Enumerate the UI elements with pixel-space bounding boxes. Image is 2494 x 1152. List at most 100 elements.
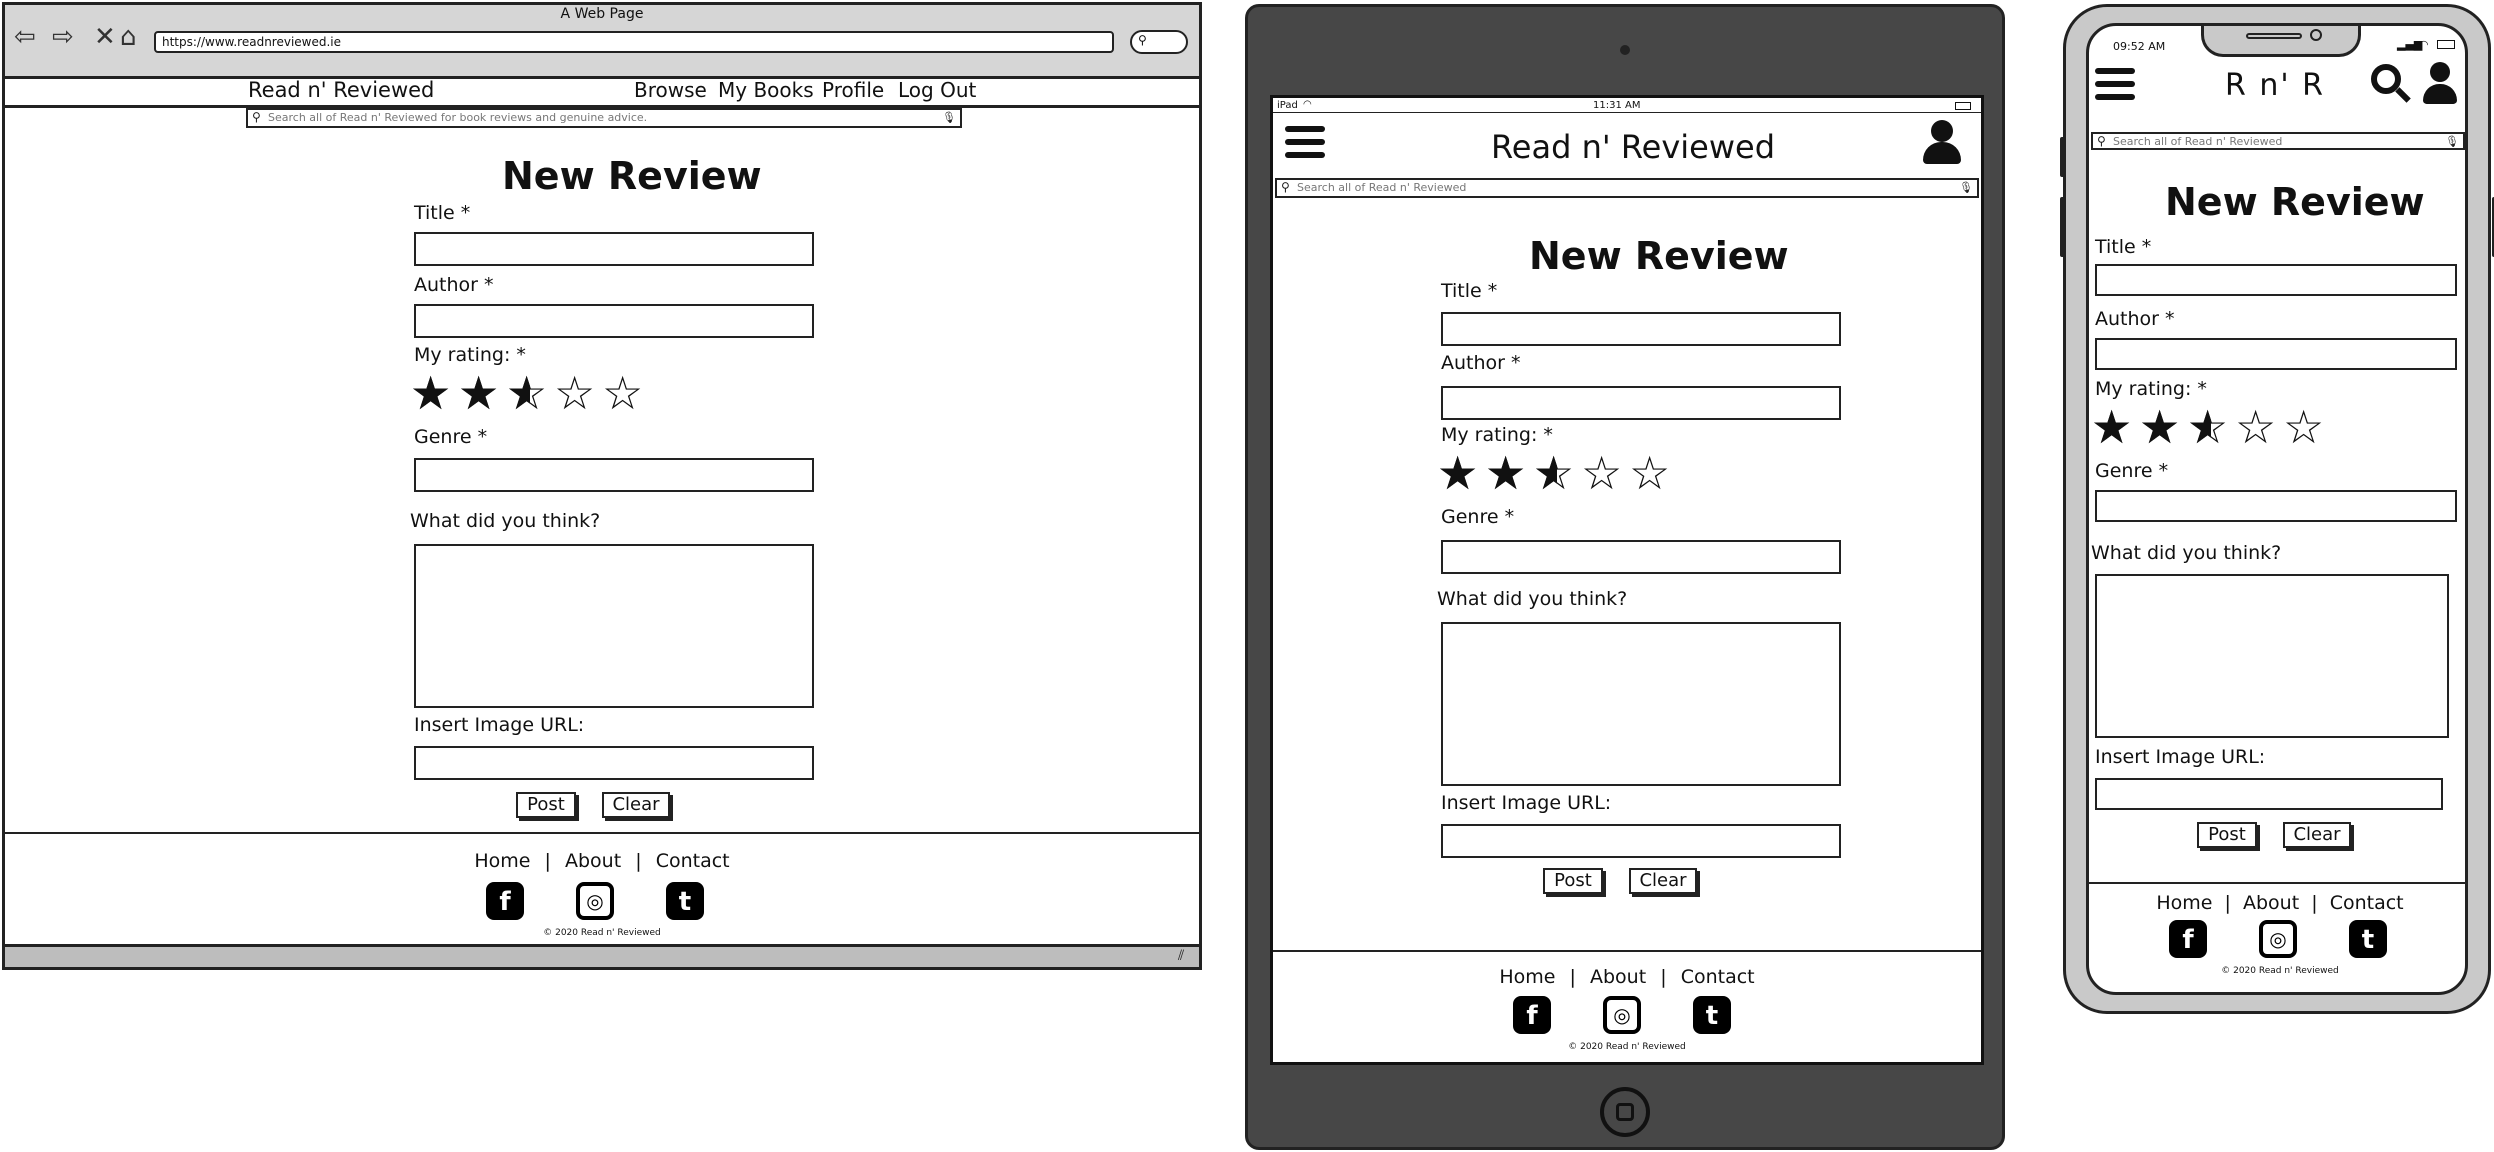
footer-contact-link[interactable]: Contact bbox=[2330, 892, 2404, 914]
title-input[interactable] bbox=[414, 232, 814, 266]
thoughts-textarea[interactable] bbox=[414, 544, 814, 708]
profile-icon[interactable] bbox=[2421, 62, 2459, 106]
star-filled-icon[interactable]: ☆ ★ bbox=[2139, 404, 2187, 450]
address-bar[interactable]: https://www.readnreviewed.ie bbox=[154, 31, 1114, 53]
twitter-icon[interactable]: t bbox=[1693, 996, 1731, 1034]
footer-about-link[interactable]: About bbox=[2243, 892, 2299, 914]
post-button[interactable]: Post bbox=[516, 792, 576, 818]
site-search-input[interactable]: ⚲ Search all of Read n' Reviewed for boo… bbox=[246, 108, 962, 128]
back-icon[interactable]: ⇦ bbox=[14, 22, 36, 52]
nav-profile[interactable]: Profile bbox=[822, 78, 884, 102]
search-icon: ⚲ bbox=[2097, 134, 2106, 148]
footer-separator: | bbox=[635, 850, 642, 872]
footer-home-link[interactable]: Home bbox=[474, 850, 530, 872]
microphone-icon[interactable]: 🎙 bbox=[1959, 180, 1973, 195]
footer-links: Home | About | Contact bbox=[2, 850, 1202, 872]
twitter-icon[interactable]: t bbox=[666, 882, 704, 920]
image-url-input[interactable] bbox=[414, 746, 814, 780]
author-input[interactable] bbox=[1441, 386, 1841, 420]
home-button[interactable] bbox=[1600, 1087, 1650, 1137]
microphone-icon[interactable]: 🎙 bbox=[2445, 134, 2459, 149]
star-filled-icon[interactable]: ☆ ★ bbox=[458, 370, 506, 416]
star-rating[interactable]: ☆★☆★☆★☆☆ bbox=[1437, 450, 1677, 496]
image-url-input[interactable] bbox=[2095, 778, 2443, 810]
browser-status-bar bbox=[2, 944, 1202, 970]
footer-home-link[interactable]: Home bbox=[1499, 966, 1555, 988]
footer-about-link[interactable]: About bbox=[565, 850, 621, 872]
form-heading: New Review bbox=[2165, 180, 2425, 224]
thoughts-textarea[interactable] bbox=[2095, 574, 2449, 738]
star-empty-icon[interactable]: ☆ bbox=[2235, 404, 2283, 450]
thoughts-textarea[interactable] bbox=[1441, 622, 1841, 786]
facebook-icon[interactable]: f bbox=[1513, 996, 1551, 1034]
home-icon[interactable]: ⌂ bbox=[120, 22, 137, 52]
star-filled-icon[interactable]: ☆ ★ bbox=[1437, 450, 1485, 496]
clear-button[interactable]: Clear bbox=[1629, 868, 1697, 894]
footer-about-link[interactable]: About bbox=[1590, 966, 1646, 988]
footer-separator: | bbox=[1660, 966, 1667, 988]
instagram-icon[interactable]: ◎ bbox=[2259, 920, 2297, 958]
author-input[interactable] bbox=[414, 304, 814, 338]
site-brand[interactable]: R n' R bbox=[2225, 68, 2325, 103]
thoughts-label: What did you think? bbox=[410, 510, 601, 532]
site-brand[interactable]: Read n' Reviewed bbox=[1491, 128, 1775, 166]
microphone-icon[interactable]: 🎙 bbox=[942, 110, 956, 125]
close-icon[interactable]: ✕ bbox=[94, 22, 116, 52]
title-label: Title * bbox=[414, 202, 471, 224]
site-brand[interactable]: Read n' Reviewed bbox=[248, 78, 434, 102]
thoughts-label: What did you think? bbox=[2091, 542, 2282, 564]
site-search-input[interactable]: ⚲ Search all of Read n' Reviewed 🎙 bbox=[2091, 132, 2465, 150]
star-filled-icon[interactable]: ☆ ★ bbox=[410, 370, 458, 416]
star-empty-icon[interactable]: ☆ bbox=[554, 370, 602, 416]
search-icon: ⚲ bbox=[1281, 180, 1290, 194]
star-rating[interactable]: ☆★☆★☆★☆☆ bbox=[410, 370, 650, 416]
genre-input[interactable] bbox=[2095, 490, 2457, 522]
twitter-icon[interactable]: t bbox=[2349, 920, 2387, 958]
star-empty-icon[interactable]: ☆ bbox=[2283, 404, 2331, 450]
profile-icon[interactable] bbox=[1921, 120, 1961, 166]
wifi-icon: ◠ bbox=[2419, 38, 2429, 51]
star-rating[interactable]: ☆★☆★☆★☆☆ bbox=[2091, 404, 2331, 450]
browser-search-field[interactable]: ⚲ bbox=[1130, 30, 1188, 54]
star-half-icon[interactable]: ☆★ bbox=[1533, 450, 1581, 496]
star-empty-icon[interactable]: ☆ bbox=[602, 370, 650, 416]
post-button[interactable]: Post bbox=[1543, 868, 1603, 894]
status-time: 09:52 AM bbox=[2113, 40, 2166, 53]
title-input[interactable] bbox=[1441, 312, 1841, 346]
genre-input[interactable] bbox=[414, 458, 814, 492]
clear-button[interactable]: Clear bbox=[602, 792, 670, 818]
title-input[interactable] bbox=[2095, 264, 2457, 296]
author-input[interactable] bbox=[2095, 338, 2457, 370]
instagram-icon[interactable]: ◎ bbox=[1603, 996, 1641, 1034]
footer-separator: | bbox=[2311, 892, 2318, 914]
nav-log-out[interactable]: Log Out bbox=[898, 78, 976, 102]
footer-home-link[interactable]: Home bbox=[2156, 892, 2212, 914]
search-icon: ⚲ bbox=[1138, 33, 1147, 47]
image-url-input[interactable] bbox=[1441, 824, 1841, 858]
star-half-icon[interactable]: ☆★ bbox=[2187, 404, 2235, 450]
facebook-icon[interactable]: f bbox=[486, 882, 524, 920]
genre-label: Genre * bbox=[2095, 460, 2169, 482]
site-search-input[interactable]: ⚲ Search all of Read n' Reviewed 🎙 bbox=[1275, 178, 1979, 198]
star-filled-icon[interactable]: ☆ ★ bbox=[2091, 404, 2139, 450]
nav-my-books[interactable]: My Books bbox=[718, 78, 814, 102]
forward-icon[interactable]: ⇨ bbox=[52, 22, 74, 52]
post-button[interactable]: Post bbox=[2197, 822, 2257, 848]
genre-input[interactable] bbox=[1441, 540, 1841, 574]
search-icon[interactable] bbox=[2369, 62, 2411, 106]
hamburger-menu-icon[interactable] bbox=[1285, 126, 1325, 165]
genre-label: Genre * bbox=[1441, 506, 1515, 528]
facebook-icon[interactable]: f bbox=[2169, 920, 2207, 958]
instagram-icon[interactable]: ◎ bbox=[576, 882, 614, 920]
footer-contact-link[interactable]: Contact bbox=[1681, 966, 1755, 988]
hamburger-menu-icon[interactable] bbox=[2095, 68, 2135, 107]
star-half-icon[interactable]: ☆★ bbox=[506, 370, 554, 416]
nav-browse[interactable]: Browse bbox=[634, 78, 707, 102]
clear-button[interactable]: Clear bbox=[2283, 822, 2351, 848]
star-empty-icon[interactable]: ☆ bbox=[1581, 450, 1629, 496]
star-empty-icon[interactable]: ☆ bbox=[1629, 450, 1677, 496]
footer-contact-link[interactable]: Contact bbox=[656, 850, 730, 872]
resize-grip-icon[interactable]: ⫽ bbox=[1178, 948, 1184, 964]
star-filled-icon[interactable]: ☆ ★ bbox=[1485, 450, 1533, 496]
wifi-icon: ◠ bbox=[1303, 99, 1312, 110]
